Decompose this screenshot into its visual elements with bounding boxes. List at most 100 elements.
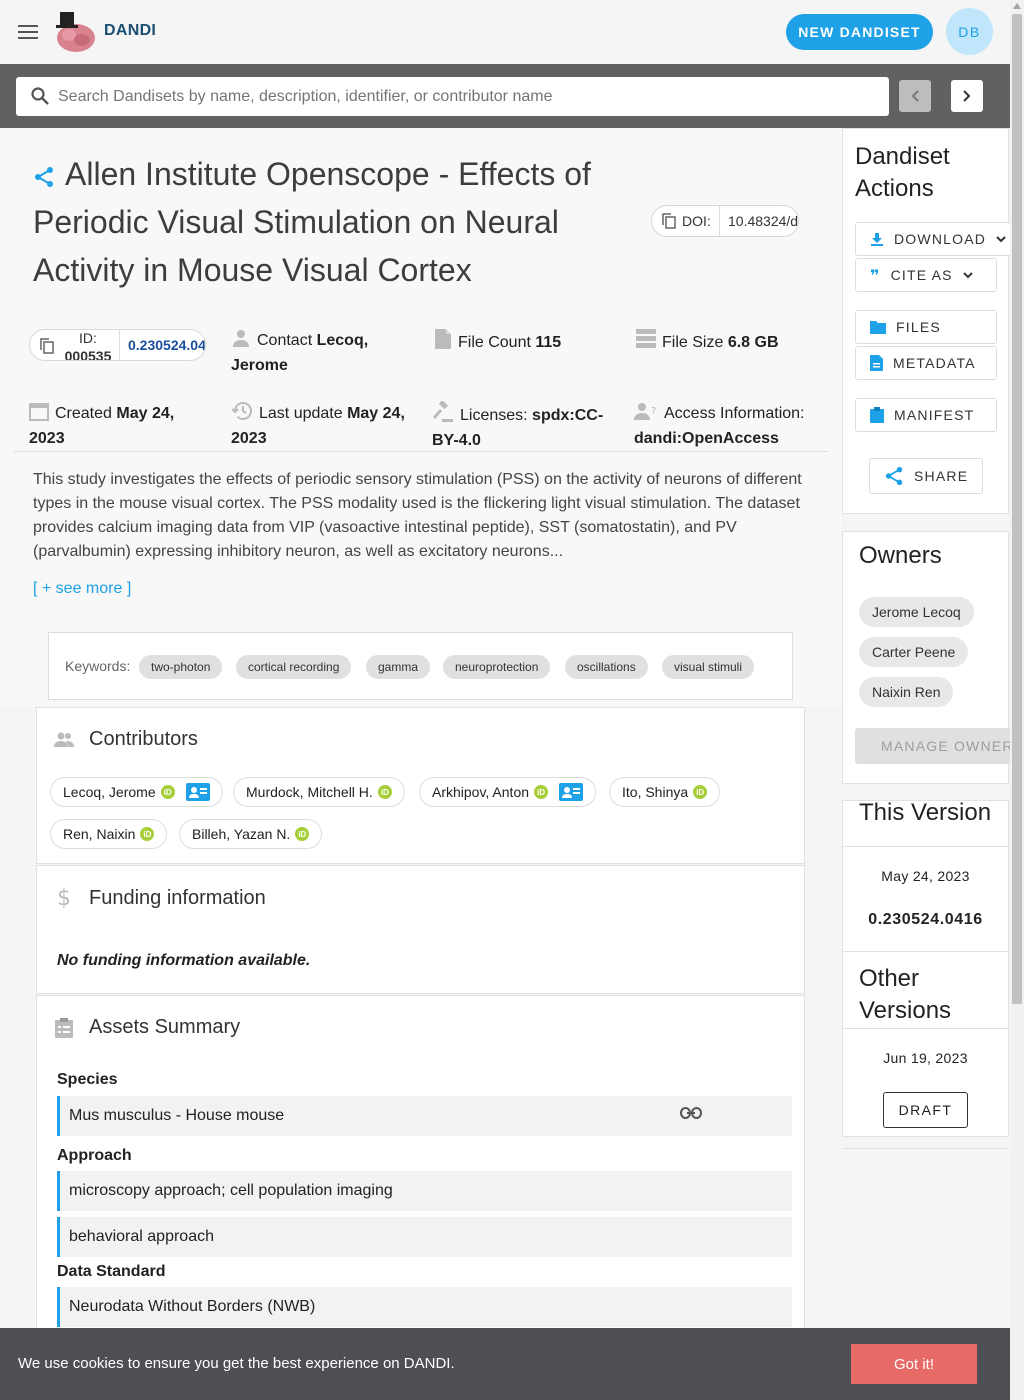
contact-card-icon[interactable] xyxy=(559,783,584,801)
orcid-icon[interactable]: iD xyxy=(534,785,549,799)
contributor-name: Ito, Shinya xyxy=(622,784,689,800)
download-button[interactable]: DOWNLOAD xyxy=(855,222,1015,256)
contact-card-icon[interactable] xyxy=(185,783,210,801)
orcid-icon[interactable]: iD xyxy=(693,785,708,799)
divider xyxy=(843,846,1008,847)
search-box xyxy=(16,77,889,116)
file-count-value: 115 xyxy=(535,334,562,351)
see-more-link[interactable]: [ + see more ] xyxy=(33,580,131,598)
created-label: Created xyxy=(55,405,112,422)
calendar-icon xyxy=(29,401,49,421)
scrollbar-thumb[interactable] xyxy=(1012,14,1022,1004)
user-avatar[interactable]: DB xyxy=(946,8,993,55)
search-input[interactable] xyxy=(56,77,876,116)
funding-card: $ Funding information No funding informa… xyxy=(36,865,805,994)
dandi-logo[interactable] xyxy=(52,10,98,54)
no-funding-text: No funding information available. xyxy=(57,952,311,969)
owner-chip[interactable]: Carter Peene xyxy=(859,637,969,667)
search-bar xyxy=(0,64,1010,128)
contributors-card: Contributors Lecoq, Jerome iD Murdock, M… xyxy=(36,707,805,864)
funding-header: $ Funding information xyxy=(53,886,266,911)
keyword-chip[interactable]: gamma xyxy=(366,655,431,679)
contributor-chip[interactable]: Lecoq, Jerome iD xyxy=(50,777,223,807)
doi-label: DOI: xyxy=(682,213,711,229)
keywords-label: Keywords: xyxy=(65,658,131,674)
files-button[interactable]: FILES xyxy=(855,310,997,344)
id-value: 000535 xyxy=(64,348,112,361)
orcid-icon[interactable]: iD xyxy=(140,827,155,841)
chevron-down-icon xyxy=(962,272,973,279)
keyword-chip[interactable]: neuroprotection xyxy=(443,655,551,679)
keyword-chip[interactable]: visual stimuli xyxy=(662,655,755,679)
doi-label-wrap: DOI: xyxy=(662,213,711,229)
versions-panel: This Version May 24, 2023 0.230524.0416 … xyxy=(842,799,1009,1137)
keyword-chip[interactable]: two-photon xyxy=(139,655,223,679)
description: This study investigates the effects of p… xyxy=(33,471,802,560)
cite-as-button[interactable]: ❞ CITE AS xyxy=(855,258,997,292)
svg-text:?: ? xyxy=(651,406,656,417)
owner-chip[interactable]: Jerome Lecoq xyxy=(859,597,974,627)
contributor-chip[interactable]: Murdock, Mitchell H. iD xyxy=(233,777,405,807)
copy-icon xyxy=(662,213,676,229)
cookie-message: We use cookies to ensure you get the bes… xyxy=(18,1355,455,1372)
new-dandiset-button[interactable]: NEW DANDISET xyxy=(786,14,933,50)
scroll-up-arrow-icon[interactable] xyxy=(1013,3,1021,9)
contributor-chip[interactable]: Ito, Shinya iD xyxy=(609,777,721,807)
dandiset-title: Allen Institute Openscope - Effects of P… xyxy=(33,156,591,288)
data-standard-label: Data Standard xyxy=(57,1263,166,1280)
download-label: DOWNLOAD xyxy=(894,231,987,247)
folder-icon xyxy=(870,321,886,334)
cookie-banner: We use cookies to ensure you get the bes… xyxy=(0,1328,1010,1400)
last-update: Last update May 24, 2023 xyxy=(231,401,421,451)
contributor-chip[interactable]: Ren, Naixin iD xyxy=(50,819,168,849)
menu-icon[interactable] xyxy=(12,16,44,48)
next-page-button[interactable] xyxy=(951,80,983,112)
app-bar: DANDI NEW DANDISET DB xyxy=(0,0,1010,64)
brand-name[interactable]: DANDI xyxy=(104,22,156,40)
manage-owners-button[interactable]: MANAGE OWNERS xyxy=(855,728,1015,764)
contributor-name: Arkhipov, Anton xyxy=(432,784,530,800)
contributor-chip[interactable]: Arkhipov, Anton iD xyxy=(419,777,597,807)
keyword-chip[interactable]: oscillations xyxy=(565,655,648,679)
doi-value: 10.48324/dandi.000535/0.230524.0416 xyxy=(719,206,798,236)
contact-info: Contact Lecoq, Jerome xyxy=(231,328,411,378)
this-version-date: May 24, 2023 xyxy=(881,868,970,884)
funding-title: Funding information xyxy=(89,887,266,909)
link-icon[interactable] xyxy=(680,1107,702,1119)
owner-chip[interactable]: Naixin Ren xyxy=(859,677,954,707)
files-label: FILES xyxy=(896,319,941,335)
chevron-right-icon xyxy=(963,90,971,102)
contributors-header: Contributors xyxy=(53,728,198,751)
share-button[interactable]: SHARE xyxy=(869,458,983,494)
manifest-label: MANIFEST xyxy=(894,407,975,423)
approach-row: microscopy approach; cell population ima… xyxy=(57,1171,792,1211)
this-version-title: This Version xyxy=(859,799,992,826)
draft-version-button[interactable]: DRAFT xyxy=(883,1092,968,1128)
orcid-icon[interactable]: iD xyxy=(295,827,310,841)
access-label: Access Information: xyxy=(664,405,805,422)
contributors-title: Contributors xyxy=(89,728,198,750)
id-label: ID: xyxy=(79,330,97,346)
orcid-icon[interactable]: iD xyxy=(160,785,175,799)
copy-icon[interactable] xyxy=(40,338,54,354)
accept-cookies-button[interactable]: Got it! xyxy=(851,1344,977,1384)
assets-summary-card: Assets Summary Species Mus musculus - Ho… xyxy=(36,995,805,1345)
metadata-button[interactable]: METADATA xyxy=(855,346,997,380)
file-count-label: File Count xyxy=(458,334,531,351)
page-scrollbar[interactable] xyxy=(1010,0,1024,1400)
keyword-chip[interactable]: cortical recording xyxy=(236,655,352,679)
manifest-button[interactable]: MANIFEST xyxy=(855,398,997,432)
identifier-chip[interactable]: ID: 000535 0.230524.0416 xyxy=(29,329,206,361)
divider xyxy=(14,451,828,452)
this-version-number[interactable]: 0.230524.0416 xyxy=(843,911,1008,929)
doi-chip[interactable]: DOI: 10.48324/dandi.000535/0.230524.0416 xyxy=(651,205,799,237)
orcid-icon[interactable]: iD xyxy=(377,785,392,799)
owners-title: Owners xyxy=(859,542,942,569)
contributor-chip[interactable]: Billeh, Yazan N. iD xyxy=(179,819,323,849)
metadata-label: METADATA xyxy=(893,355,976,371)
contributor-name: Murdock, Mitchell H. xyxy=(246,784,373,800)
data-standard-row: Neurodata Without Borders (NWB) xyxy=(57,1287,792,1327)
previous-page-button[interactable] xyxy=(899,80,931,112)
species-label: Species xyxy=(57,1071,118,1088)
dandiset-actions-panel: Dandiset Actions DOWNLOAD ❞ CITE AS FILE… xyxy=(842,128,1015,514)
